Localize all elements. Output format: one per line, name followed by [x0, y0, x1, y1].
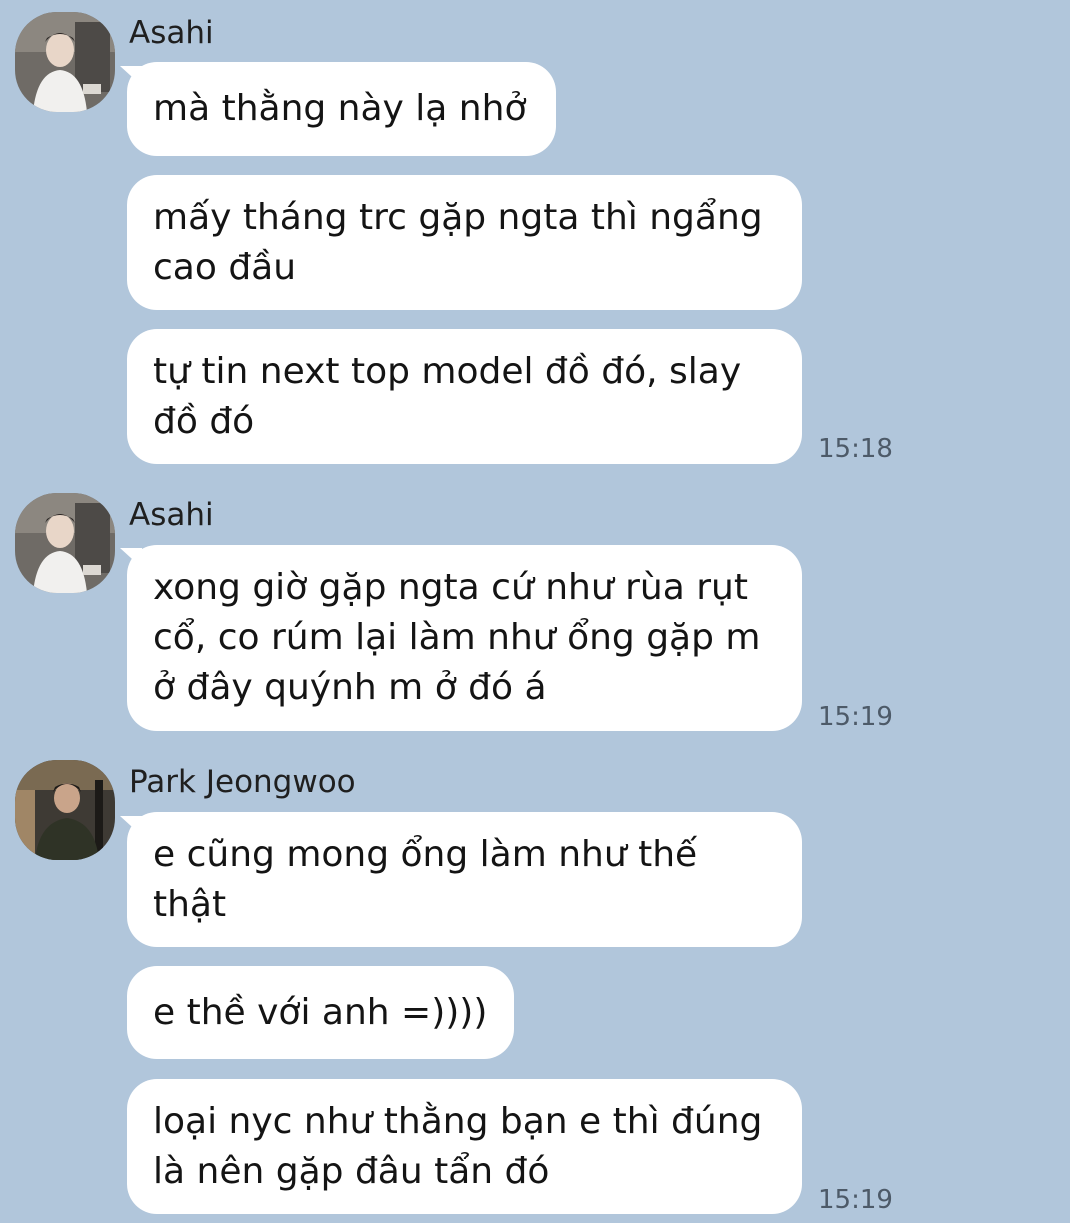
message-text: e cũng mong ổng làm như thế thật — [153, 833, 698, 925]
message-text: loại nyc như thằng bạn e thì đúng là nên… — [153, 1100, 763, 1192]
asahi-avatar-icon — [15, 12, 115, 112]
message-bubble[interactable]: loại nyc như thằng bạn e thì đúng là nên… — [127, 1079, 802, 1214]
message-text: e thề với anh =)))) — [153, 991, 488, 1033]
sender-name: Asahi — [129, 15, 214, 51]
avatar[interactable] — [15, 493, 115, 593]
sender-name: Park Jeongwoo — [129, 764, 356, 800]
avatar[interactable] — [15, 760, 115, 860]
jeongwoo-avatar-icon — [15, 760, 115, 860]
message-timestamp: 15:19 — [818, 1185, 893, 1215]
message-timestamp: 15:18 — [818, 434, 893, 464]
message-text: tự tin next top model đồ đó, slay đồ đó — [153, 350, 742, 442]
message-bubble[interactable]: e thề với anh =)))) — [127, 966, 514, 1059]
avatar[interactable] — [15, 12, 115, 112]
message-bubble[interactable]: mà thằng này lạ nhở — [127, 62, 556, 156]
message-bubble[interactable]: mấy tháng trc gặp ngta thì ngẩng cao đầu — [127, 175, 802, 310]
message-text: xong giờ gặp ngta cứ như rùa rụt cổ, co … — [153, 567, 761, 708]
message-bubble[interactable]: tự tin next top model đồ đó, slay đồ đó — [127, 329, 802, 464]
message-bubble[interactable]: xong giờ gặp ngta cứ như rùa rụt cổ, co … — [127, 545, 802, 731]
message-timestamp: 15:19 — [818, 702, 893, 732]
message-text: mấy tháng trc gặp ngta thì ngẩng cao đầu — [153, 196, 763, 288]
message-text: mà thằng này lạ nhở — [153, 88, 527, 129]
asahi-avatar-icon — [15, 493, 115, 593]
sender-name: Asahi — [129, 497, 214, 533]
message-bubble[interactable]: e cũng mong ổng làm như thế thật — [127, 812, 802, 947]
